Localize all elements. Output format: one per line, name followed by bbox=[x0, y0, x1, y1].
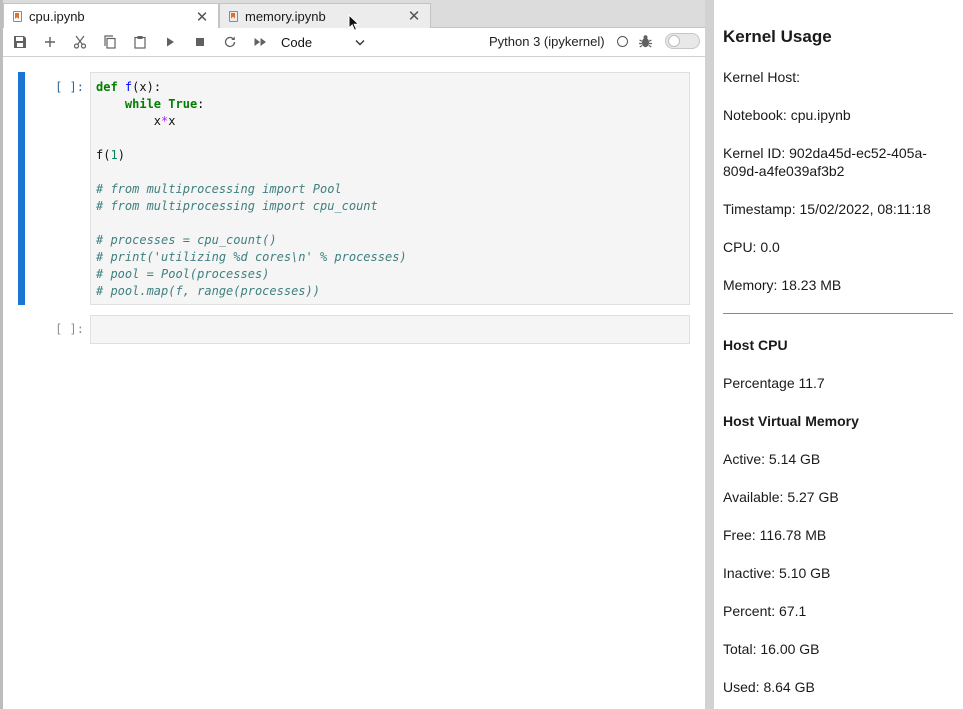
cell-type-dropdown[interactable]: Code bbox=[281, 32, 365, 52]
tab-cpu-notebook[interactable]: cpu.ipynb ✕ bbox=[3, 3, 219, 29]
code-line: def f(x): bbox=[96, 80, 162, 94]
cut-icon[interactable] bbox=[71, 33, 89, 51]
add-icon[interactable] bbox=[41, 33, 59, 51]
cell-prompt: [ ]: bbox=[55, 322, 84, 336]
notebook-name: Notebook: cpu.ipynb bbox=[723, 107, 851, 123]
panel-title: Kernel Usage bbox=[723, 27, 832, 46]
tab-label: memory.ipynb bbox=[245, 8, 326, 24]
save-icon[interactable] bbox=[11, 33, 29, 51]
tab-memory-notebook[interactable]: memory.ipynb ✕ bbox=[219, 3, 431, 28]
stop-icon[interactable] bbox=[191, 33, 209, 51]
code-line: # print('utilizing %d cores\n' % process… bbox=[96, 250, 407, 264]
code-line: # pool = Pool(processes) bbox=[96, 267, 270, 281]
tab-label: cpu.ipynb bbox=[29, 9, 85, 24]
timestamp: Timestamp: 15/02/2022, 08:11:18 bbox=[723, 201, 931, 217]
section-divider bbox=[723, 313, 953, 314]
code-line: # pool.map(f, range(processes)) bbox=[96, 284, 320, 298]
host-cpu-percentage: Percentage 11.7 bbox=[723, 375, 825, 391]
fast-forward-icon[interactable] bbox=[251, 33, 269, 51]
active-cell-indicator[interactable] bbox=[18, 72, 25, 305]
kernel-id-line-1: Kernel ID: 902da45d-ec52-405a- bbox=[723, 145, 927, 161]
notebook-panel: cpu.ipynb ✕ memory.ipynb ✕ Code Python 3… bbox=[0, 0, 705, 709]
kernel-cpu: CPU: 0.0 bbox=[723, 239, 780, 255]
vm-used: Used: 8.64 GB bbox=[723, 679, 815, 695]
chevron-down-icon bbox=[355, 39, 365, 45]
paste-icon[interactable] bbox=[131, 33, 149, 51]
kernel-memory: Memory: 18.23 MB bbox=[723, 277, 842, 293]
code-line: # from multiprocessing import cpu_count bbox=[96, 199, 378, 213]
vm-inactive: Inactive: 5.10 GB bbox=[723, 565, 831, 581]
host-cpu-heading: Host CPU bbox=[723, 337, 788, 353]
vm-available: Available: 5.27 GB bbox=[723, 489, 839, 505]
kernel-usage-panel: Kernel Usage Kernel Host: Notebook: cpu.… bbox=[714, 0, 963, 709]
kernel-name[interactable]: Python 3 (ipykernel) bbox=[489, 34, 605, 49]
kernel-status-icon bbox=[617, 36, 628, 47]
notebook-toolbar: Code Python 3 (ipykernel) bbox=[3, 28, 705, 57]
code-line: f(1) bbox=[96, 148, 125, 162]
cell-prompt: [ ]: bbox=[55, 80, 84, 94]
close-icon[interactable]: ✕ bbox=[192, 8, 212, 26]
notebook-icon bbox=[13, 11, 22, 22]
kernel-host: Kernel Host: bbox=[723, 69, 801, 85]
left-frame bbox=[0, 0, 3, 709]
notebook-icon bbox=[229, 10, 238, 22]
bug-icon[interactable] bbox=[638, 34, 653, 49]
code-cell-input[interactable]: def f(x): while True: x*x f(1) # from mu… bbox=[90, 72, 690, 305]
copy-icon[interactable] bbox=[101, 33, 119, 51]
vm-free: Free: 116.78 MB bbox=[723, 527, 827, 543]
mouse-cursor-icon bbox=[348, 14, 360, 31]
run-icon[interactable] bbox=[161, 33, 179, 51]
host-vm-heading: Host Virtual Memory bbox=[723, 413, 859, 429]
restart-icon[interactable] bbox=[221, 33, 239, 51]
vm-active: Active: 5.14 GB bbox=[723, 451, 821, 467]
kernel-id-line-2: 809d-a4fe039af3b2 bbox=[723, 163, 845, 179]
code-line: while True: bbox=[124, 97, 205, 111]
code-editor[interactable]: def f(x): while True: x*x f(1) # from mu… bbox=[96, 79, 407, 300]
debugger-toggle[interactable] bbox=[665, 33, 700, 49]
code-line: # processes = cpu_count() bbox=[96, 233, 277, 247]
cell-type-value: Code bbox=[281, 34, 313, 50]
vm-percent: Percent: 67.1 bbox=[723, 603, 807, 619]
vm-total: Total: 16.00 GB bbox=[723, 641, 820, 657]
close-icon[interactable]: ✕ bbox=[404, 7, 424, 25]
code-line: # from multiprocessing import Pool bbox=[96, 182, 342, 196]
empty-code-cell-input[interactable] bbox=[90, 315, 690, 344]
panel-divider[interactable] bbox=[705, 0, 714, 709]
code-line: x*x bbox=[153, 114, 176, 128]
